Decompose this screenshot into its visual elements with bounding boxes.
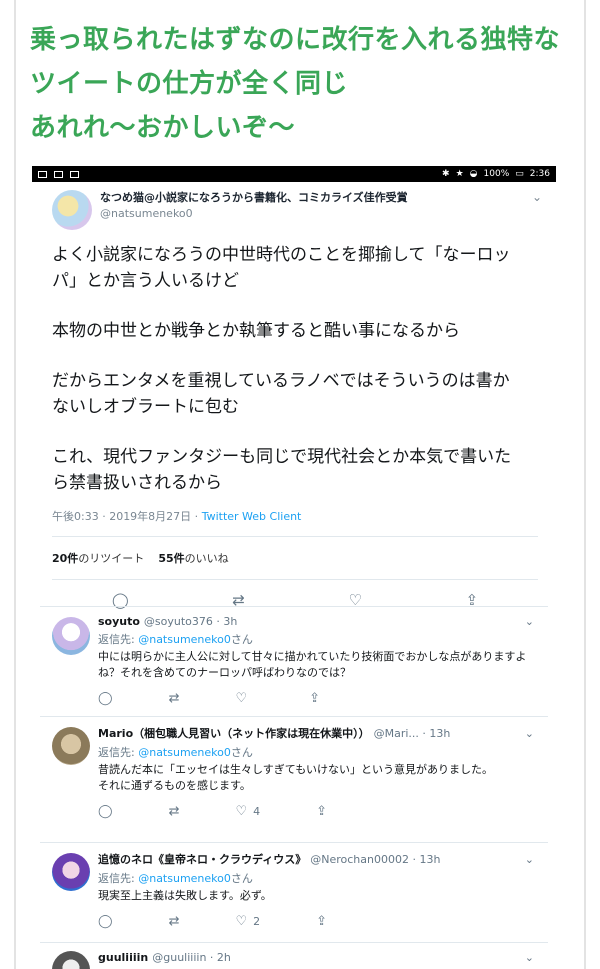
retweet-icon[interactable]: ⇄ [169,691,180,706]
reply-author-handle[interactable]: @Mari... · 13h [374,727,451,740]
reply-to-handle[interactable]: @natsumeneko0 [138,633,231,646]
notification-icon [70,170,79,178]
share-icon[interactable]: ⇪ [316,914,327,929]
retweet-count: 20件 [52,552,79,565]
notification-icon [54,170,63,178]
battery-percent: 100% [483,169,510,179]
retweet-icon[interactable]: ⇄ [169,914,180,929]
reply-to-suffix: さん [230,872,253,885]
reply-to-label: 返信先: [98,872,135,885]
tweet-meta: 午後0:33 · 2019年8月27日 · Twitter Web Client [52,508,548,524]
reply-to: 返信先: @natsumeneko0さん [98,870,538,886]
clock: 2:36 [529,169,550,179]
reply-actions: ◯ ⇄ ♡ ⇪ [98,689,538,707]
reply-tweet[interactable]: Mario（梱包職人見習い（ネット作家は現在休業中）） @Mari... · 1… [40,716,548,842]
tweet-paragraph: これ、現代ファンタジーも同じで現代社会とか本気で書いたら禁書扱いされるから [52,447,512,493]
reply-text: 昔読んだ本に「エッセイは生々しすぎてもいけない」という意見がありました。 それに… [98,763,494,792]
avatar[interactable] [52,853,90,891]
tweet-client-link[interactable]: Twitter Web Client [202,510,302,523]
reply-author-name[interactable]: 追憶のネロ《皇帝ネロ・クラウディウス》 [98,851,306,867]
retweet-label: のリツイート [78,552,145,565]
tweet-stats: 20件のリツイート 55件のいいね [52,537,548,579]
reply-author-name[interactable]: Mario（梱包職人見習い（ネット作家は現在休業中）） [98,725,370,741]
bluetooth-icon: ✱ [442,169,450,179]
author-handle[interactable]: @natsumeneko0 [100,206,532,222]
reply-actions: ◯ ⇄ ♡ 4 ⇪ [98,802,538,820]
tweet-paragraph: 本物の中世とか戦争とか執筆すると酷い事になるから [52,321,460,341]
chevron-down-icon[interactable]: ⌄ [525,615,534,628]
star-icon: ★ [455,169,464,179]
avatar[interactable] [52,951,90,969]
battery-icon: ▭ [515,169,524,179]
notification-icon [38,170,47,178]
reply-to-label: 返信先: [98,633,135,646]
share-icon[interactable]: ⇪ [309,691,320,706]
reply-icon[interactable]: ◯ [98,914,113,929]
retweet-icon[interactable]: ⇄ [169,804,180,819]
reply-icon[interactable]: ◯ [98,804,113,819]
chevron-down-icon[interactable]: ⌄ [525,853,534,866]
reply-to: 返信先: @natsumeneko0さん [98,744,538,760]
reply-author-name[interactable]: soyuto [98,615,140,628]
main-tweet: なつめ猫@小説家になろうから書籍化、コミカライズ佳作受賞 @natsumenek… [40,182,548,620]
like-icon[interactable]: ♡ [235,691,253,706]
share-icon[interactable]: ⇪ [316,804,327,819]
like-count: 55件 [158,552,185,565]
reply-author-handle[interactable]: @Nerochan00002 · 13h [310,853,440,866]
page-border-left [14,0,16,969]
reply-to: 返信先: @natsumeneko0さん [98,631,538,647]
reply-to-handle[interactable]: @natsumeneko0 [138,746,231,759]
avatar[interactable] [52,727,90,765]
reply-text: 現実至上主義は失敗します。必ず。 [98,889,272,902]
reply-to-handle[interactable]: @natsumeneko0 [138,872,231,885]
author-name[interactable]: なつめ猫@小説家になろうから書籍化、コミカライズ佳作受賞 [100,190,532,206]
tweet-paragraph: よく小説家になろうの中世時代のことを揶揄して「なーロッパ」とか言う人いるけど [52,245,511,291]
headline-line-3: あれれ〜おかしいぞ〜 [30,113,296,143]
tweet-text: よく小説家になろうの中世時代のことを揶揄して「なーロッパ」とか言う人いるけど 本… [52,242,522,496]
status-bar: ✱ ★ ◒ 100% ▭ 2:36 [32,166,556,182]
reply-text: 中には明らかに主人公に対して甘々に描かれていたり技術面でおかしな点がありますよね… [98,650,527,679]
reply-tweet[interactable]: guuliiiin @guuliiiin · 2h ⌄ [40,942,548,969]
tweet-screenshot: ✱ ★ ◒ 100% ▭ 2:36 なつめ猫@小説家になろうから書籍化、コミカラ… [32,166,556,969]
reply-tweet[interactable]: 追憶のネロ《皇帝ネロ・クラウディウス》 @Nerochan00002 · 13h… [40,842,548,942]
tweet-timestamp[interactable]: 午後0:33 · 2019年8月27日 · [52,510,198,523]
headline: 乗っ取られたはずなのに改行を入れる独特な ツイートの仕方が全く同じ あれれ〜おか… [30,18,575,150]
reply-to-label: 返信先: [98,746,135,759]
retweet-stat[interactable]: 20件のリツイート [52,550,144,566]
reply-to-suffix: さん [230,746,253,759]
tweet-paragraph: だからエンタメを重視しているラノベではそういうのは書かないしオブラートに包む [52,371,510,417]
chevron-down-icon[interactable]: ⌄ [532,190,542,204]
reply-author-handle[interactable]: @guuliiiin · 2h [152,951,231,964]
reply-to-suffix: さん [230,633,253,646]
wifi-icon: ◒ [469,169,478,179]
like-count: 4 [253,804,261,818]
like-icon[interactable]: ♡ 2 [235,914,260,929]
page-border-right [584,0,586,969]
like-count: 2 [253,914,261,928]
like-stat[interactable]: 55件のいいね [158,550,228,566]
headline-line-2: ツイートの仕方が全く同じ [30,69,349,99]
reply-tweet[interactable]: soyuto @soyuto376 · 3h ⌄ 返信先: @natsumene… [40,606,548,716]
reply-author-handle[interactable]: @soyuto376 · 3h [144,615,237,628]
reply-author-name[interactable]: guuliiiin [98,951,148,964]
chevron-down-icon[interactable]: ⌄ [525,951,534,964]
headline-line-1: 乗っ取られたはずなのに改行を入れる独特な [30,25,561,55]
like-label: のいいね [184,552,229,565]
chevron-down-icon[interactable]: ⌄ [525,727,534,740]
avatar[interactable] [52,617,90,655]
avatar[interactable] [52,190,92,230]
like-icon[interactable]: ♡ 4 [235,804,260,819]
reply-actions: ◯ ⇄ ♡ 2 ⇪ [98,912,538,930]
reply-icon[interactable]: ◯ [98,691,113,706]
